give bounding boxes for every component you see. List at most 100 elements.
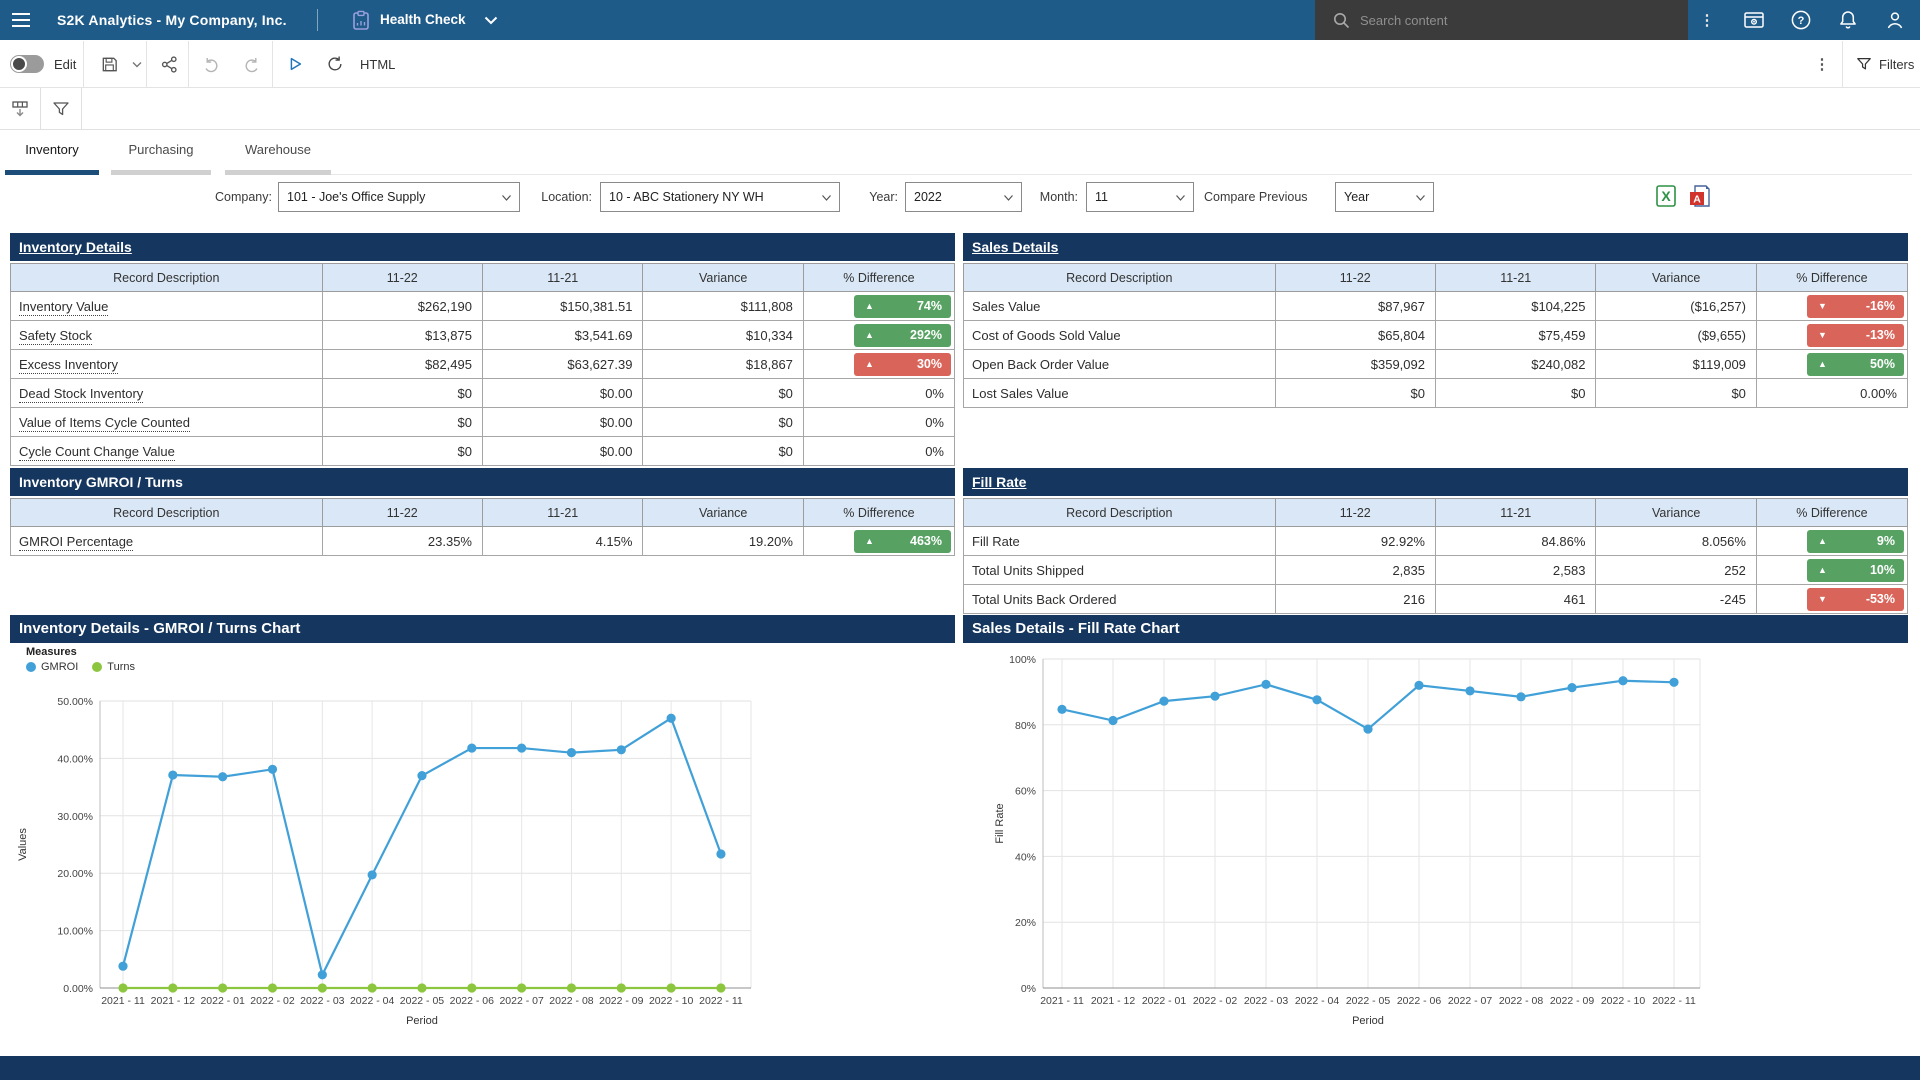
refresh-button[interactable] bbox=[318, 47, 352, 81]
pct-difference-cell: ▲9% bbox=[1756, 527, 1907, 556]
location-select[interactable]: 10 - ABC Stationery NY WH bbox=[600, 182, 840, 212]
month-select[interactable]: 11 bbox=[1086, 182, 1194, 212]
pct-difference-badge: ▼-16% bbox=[1807, 295, 1904, 318]
pct-difference-cell: ▼-16% bbox=[1756, 292, 1907, 321]
search-input[interactable] bbox=[1360, 13, 1640, 28]
record-link[interactable]: GMROI Percentage bbox=[19, 534, 133, 551]
pct-difference-cell: ▲10% bbox=[1756, 556, 1907, 585]
tab-inventory[interactable]: Inventory bbox=[5, 130, 99, 175]
pdf-icon: A bbox=[1688, 184, 1712, 208]
fill-rate-point bbox=[1261, 680, 1270, 689]
header-row: Record Description11-2211-21Variance% Di… bbox=[11, 264, 955, 292]
table-row: Cost of Goods Sold Value$65,804$75,459($… bbox=[964, 321, 1908, 350]
dashboard-name[interactable]: Health Check bbox=[380, 0, 466, 40]
turns-point bbox=[417, 983, 426, 992]
value-cell: $18,867 bbox=[643, 350, 803, 379]
tab-warehouse[interactable]: Warehouse bbox=[225, 130, 331, 175]
tab-bar: Inventory Purchasing Warehouse bbox=[0, 130, 1920, 176]
value-cell: 84.86% bbox=[1435, 527, 1595, 556]
help-button[interactable]: ? bbox=[1788, 7, 1814, 33]
notifications-button[interactable] bbox=[1835, 7, 1861, 33]
dashboard-chevron-down-icon[interactable] bbox=[484, 16, 498, 25]
kebab-icon: ⋮ bbox=[1815, 57, 1830, 72]
fill-rate-title: Fill Rate bbox=[963, 468, 1908, 496]
value-cell: $82,495 bbox=[322, 350, 482, 379]
fill-rate-point bbox=[1465, 686, 1474, 695]
user-account-button[interactable] bbox=[1882, 7, 1908, 33]
html-button[interactable]: HTML bbox=[352, 57, 403, 72]
pct-value: 50% bbox=[1870, 357, 1895, 371]
record-label: Lost Sales Value bbox=[972, 386, 1069, 401]
record-link[interactable]: Dead Stock Inventory bbox=[19, 386, 143, 403]
edit-toggle[interactable] bbox=[10, 55, 44, 73]
pct-difference-cell: 0% bbox=[803, 408, 954, 437]
x-tick-label: 2021 - 11 bbox=[1040, 995, 1084, 1007]
export-excel-button[interactable]: X bbox=[1654, 184, 1678, 208]
down-arrow-icon: ▼ bbox=[1818, 595, 1827, 604]
record-description-cell: GMROI Percentage bbox=[11, 527, 323, 556]
undo-button[interactable] bbox=[194, 47, 228, 81]
x-tick-label: 2022 - 06 bbox=[1397, 995, 1442, 1007]
up-arrow-icon: ▲ bbox=[865, 331, 874, 340]
up-arrow-icon: ▲ bbox=[865, 537, 874, 546]
gmroi-point bbox=[517, 743, 526, 752]
x-tick-label: 2022 - 05 bbox=[1346, 995, 1391, 1007]
record-description-cell: Lost Sales Value bbox=[964, 379, 1276, 408]
header-row: Record Description11-2211-21Variance% Di… bbox=[964, 499, 1908, 527]
save-options-chevron[interactable] bbox=[126, 47, 148, 81]
filters-button[interactable]: Filters bbox=[1856, 56, 1914, 72]
table-row: Total Units Shipped2,8352,583252▲10% bbox=[964, 556, 1908, 585]
toolbar-kebab-menu[interactable]: ⋮ bbox=[1805, 47, 1839, 81]
fill-rate-chart-title: Sales Details - Fill Rate Chart bbox=[963, 615, 1908, 643]
record-link[interactable]: Inventory Value bbox=[19, 299, 108, 316]
fill-rate-point bbox=[1516, 692, 1525, 701]
svg-text:X: X bbox=[1661, 188, 1671, 204]
gmroi-turns-chart-panel: Inventory Details - GMROI / Turns Chart … bbox=[10, 615, 955, 1045]
up-arrow-icon: ▲ bbox=[1818, 537, 1827, 546]
tab-purchasing[interactable]: Purchasing bbox=[111, 130, 211, 175]
record-link[interactable]: Cycle Count Change Value bbox=[19, 444, 175, 461]
month-label: Month: bbox=[1028, 182, 1078, 212]
inventory-details-panel: Inventory Details Record Description11-2… bbox=[10, 233, 955, 466]
pct-difference-badge: ▲50% bbox=[1807, 353, 1904, 376]
filter-rows-button[interactable] bbox=[41, 88, 82, 130]
chevron-down-icon bbox=[822, 195, 831, 201]
record-link[interactable]: Value of Items Cycle Counted bbox=[19, 415, 190, 432]
value-cell: 23.35% bbox=[322, 527, 482, 556]
svg-text:?: ? bbox=[1798, 15, 1805, 27]
preview-button[interactable] bbox=[1741, 7, 1767, 33]
table-row: Value of Items Cycle Counted$0$0.00$00% bbox=[11, 408, 955, 437]
column-header: Variance bbox=[643, 499, 803, 527]
pct-difference-cell: ▲463% bbox=[803, 527, 954, 556]
record-link[interactable]: Safety Stock bbox=[19, 328, 92, 345]
value-cell: $0.00 bbox=[482, 437, 642, 466]
user-icon bbox=[1884, 9, 1906, 31]
share-button[interactable] bbox=[152, 47, 186, 81]
y-tick-label: 50.00% bbox=[57, 696, 93, 708]
column-header: 11-21 bbox=[1435, 264, 1595, 292]
pct-value: 292% bbox=[910, 328, 942, 342]
hamburger-menu-icon[interactable] bbox=[10, 9, 32, 31]
record-link[interactable]: Excess Inventory bbox=[19, 357, 118, 374]
search-bar bbox=[1315, 0, 1688, 40]
value-cell: $87,967 bbox=[1275, 292, 1435, 321]
fill-rate-point bbox=[1669, 678, 1678, 687]
company-select[interactable]: 101 - Joe's Office Supply bbox=[278, 182, 520, 212]
fill-rate-point bbox=[1312, 695, 1321, 704]
save-button[interactable] bbox=[92, 47, 126, 81]
fill-rate-point bbox=[1618, 676, 1627, 685]
inventory-gmroi-table: Record Description11-2211-21Variance% Di… bbox=[10, 498, 955, 556]
value-cell: 19.20% bbox=[643, 527, 803, 556]
pivot-table-button[interactable] bbox=[0, 88, 41, 130]
run-button[interactable] bbox=[278, 47, 312, 81]
export-pdf-button[interactable]: A bbox=[1688, 184, 1712, 208]
gmroi-point bbox=[218, 772, 227, 781]
value-cell: 461 bbox=[1435, 585, 1595, 614]
fill-rate-point bbox=[1363, 724, 1372, 733]
compare-previous-select[interactable]: Year bbox=[1335, 182, 1434, 212]
refresh-icon bbox=[326, 55, 344, 73]
redo-button[interactable] bbox=[234, 47, 268, 81]
year-select[interactable]: 2022 bbox=[905, 182, 1022, 212]
chevron-down-icon bbox=[1416, 195, 1425, 201]
appbar-kebab-menu[interactable]: ⋮ bbox=[1694, 7, 1720, 33]
